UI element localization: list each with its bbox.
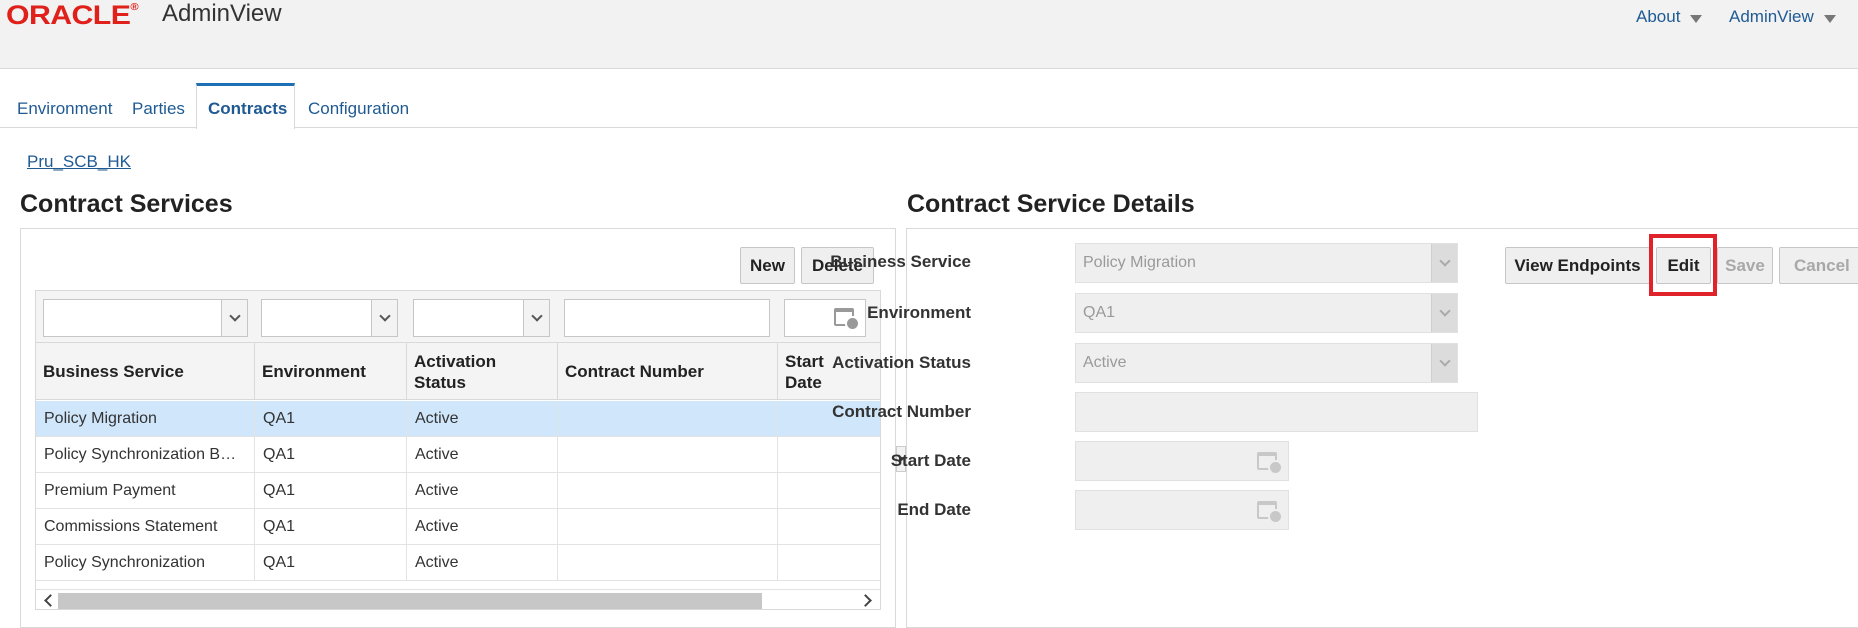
chevron-down-icon[interactable] [221, 300, 247, 336]
table-row[interactable]: Policy Synchronization QA1 Active [36, 545, 880, 581]
save-button[interactable]: Save [1717, 247, 1773, 284]
start-date-input[interactable] [1075, 441, 1289, 481]
col-activation-status[interactable]: Activation Status [407, 343, 558, 400]
edit-button-highlight [1649, 234, 1717, 296]
app-title: AdminView [162, 0, 282, 27]
activation-status-select[interactable]: Active [1075, 343, 1458, 383]
app-header: ORACLE® AdminView About AdminView [0, 0, 1858, 69]
chevron-down-icon[interactable] [1431, 244, 1457, 282]
horizontal-scrollbar[interactable] [36, 589, 880, 609]
label-environment: Environment [867, 303, 971, 322]
main-tabs: Environment Parties Contracts Configurat… [0, 83, 1858, 129]
user-menu[interactable]: AdminView [1729, 7, 1836, 27]
contract-number-input[interactable] [1075, 392, 1478, 432]
filter-business-service[interactable] [43, 299, 248, 337]
tab-configuration[interactable]: Configuration [308, 83, 409, 128]
environment-select[interactable]: QA1 [1075, 293, 1458, 333]
business-service-select[interactable]: Policy Migration [1075, 243, 1458, 283]
calendar-icon[interactable] [1257, 452, 1283, 475]
tab-environment[interactable]: Environment [17, 83, 112, 128]
chevron-down-icon[interactable] [1431, 294, 1457, 332]
scrollbar-thumb[interactable] [58, 593, 762, 609]
tab-contracts[interactable]: Contracts [196, 83, 295, 129]
about-menu-label: About [1636, 7, 1681, 26]
oracle-logo: ORACLE® [6, 0, 139, 30]
tab-parties[interactable]: Parties [132, 83, 185, 128]
scroll-left-icon[interactable] [44, 594, 57, 607]
contract-services-title: Contract Services [20, 190, 233, 218]
label-activation-status: Activation Status [832, 353, 971, 372]
label-business-service: Business Service [830, 252, 971, 271]
contract-service-details-title: Contract Service Details [907, 190, 1195, 218]
caret-down-icon [1690, 14, 1703, 23]
contract-services-panel: New Delete Business Service Environment … [20, 228, 896, 628]
user-menu-label: AdminView [1729, 7, 1814, 26]
breadcrumb-party-link[interactable]: Pru_SCB_HK [27, 152, 131, 172]
contract-services-table: Business Service Environment Activation S… [35, 290, 881, 610]
label-start-date: Start Date [890, 451, 971, 470]
col-business-service[interactable]: Business Service [36, 343, 255, 400]
caret-down-icon [1823, 14, 1836, 23]
cancel-button[interactable]: Cancel [1779, 247, 1858, 284]
about-menu[interactable]: About [1636, 7, 1703, 27]
filter-activation-status[interactable] [413, 299, 550, 337]
chevron-down-icon[interactable] [1431, 344, 1457, 382]
label-end-date: End Date [897, 500, 971, 519]
filter-environment[interactable] [261, 299, 398, 337]
col-environment[interactable]: Environment [255, 343, 407, 400]
end-date-input[interactable] [1075, 490, 1289, 530]
label-contract-number: Contract Number [832, 402, 971, 421]
calendar-icon[interactable] [1257, 501, 1283, 524]
view-endpoints-button[interactable]: View Endpoints [1505, 247, 1650, 284]
chevron-down-icon[interactable] [523, 300, 549, 336]
chevron-down-icon[interactable] [371, 300, 397, 336]
scroll-right-icon[interactable] [859, 594, 872, 607]
